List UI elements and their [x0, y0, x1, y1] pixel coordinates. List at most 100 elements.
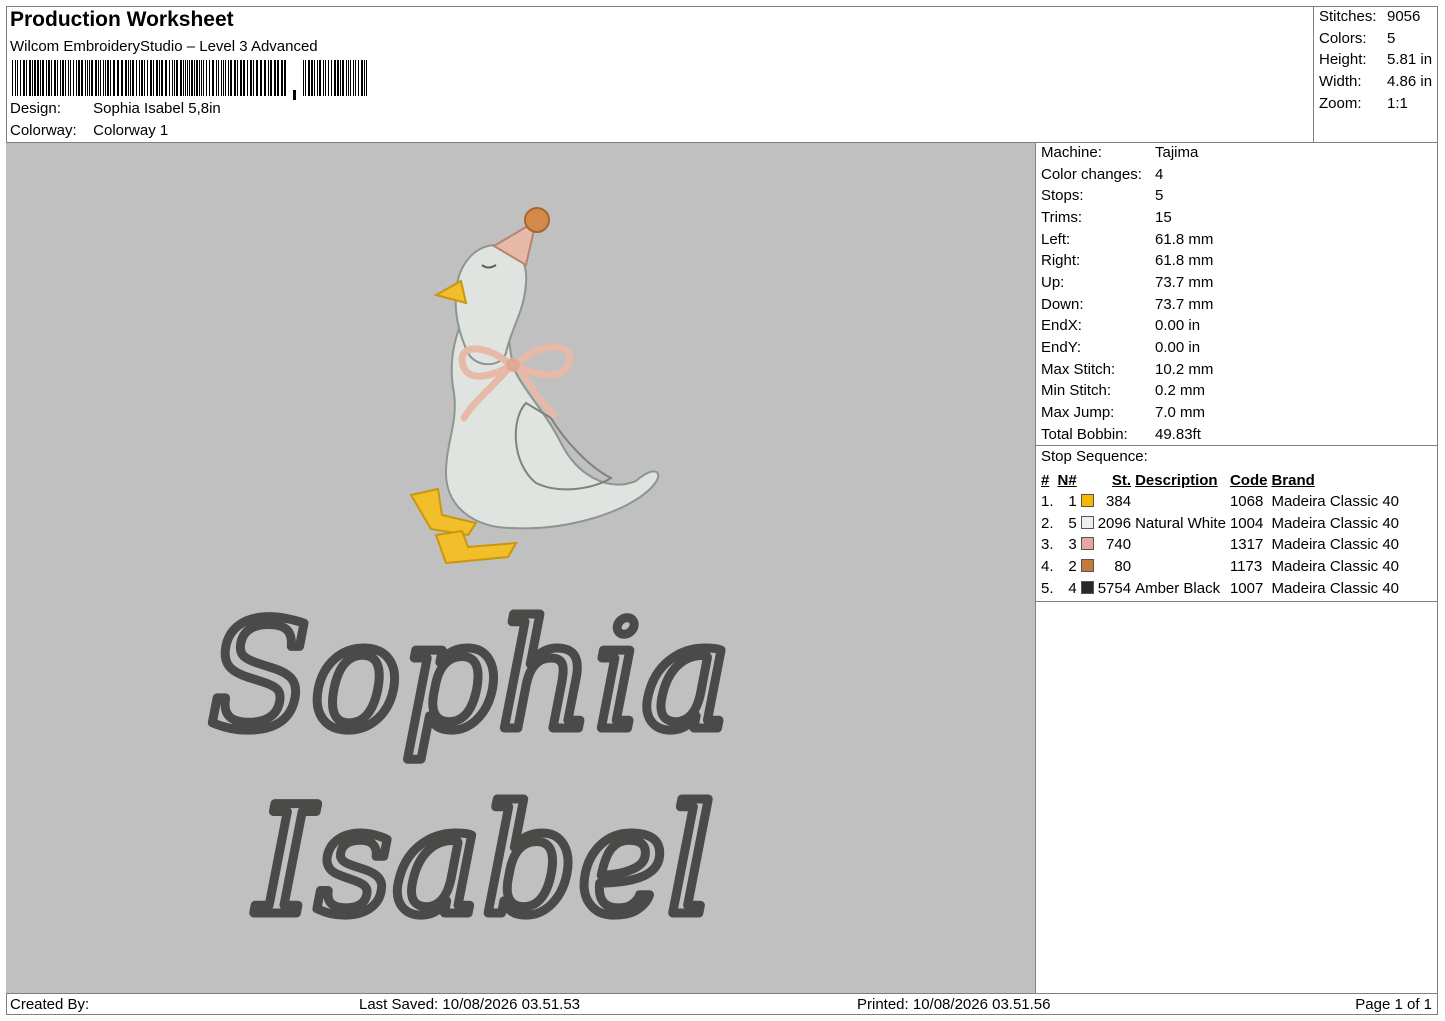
stop-sequence-row: 2. 5 2096 Natural White 1004 Madeira Classic … — [1039, 513, 1401, 535]
barcode-bar — [346, 60, 347, 96]
barcode-bar — [203, 60, 204, 96]
barcode-bar — [76, 60, 77, 96]
barcode-bar — [150, 60, 152, 96]
height-row: Height: 5.81 in — [1319, 51, 1432, 68]
col-num: # — [1041, 472, 1050, 489]
color-swatch — [1080, 580, 1094, 594]
barcode — [12, 60, 367, 100]
barcode-bar — [34, 60, 36, 96]
barcode-bar — [42, 60, 44, 96]
min-stitch-label: Min Stitch: — [1041, 382, 1112, 399]
name-line-1: Sophia — [208, 590, 731, 764]
row-stitches: 740 — [1106, 536, 1132, 554]
barcode-bar — [303, 60, 304, 96]
colors-row: Colors: 5 — [1319, 30, 1395, 47]
barcode-bar — [366, 60, 367, 96]
barcode-bar — [256, 60, 258, 96]
stitches-value: 9056 — [1387, 8, 1421, 25]
barcode-bar — [274, 60, 276, 96]
color-changes-row: Color changes: 4 — [1041, 166, 1163, 183]
barcode-bar — [121, 60, 123, 96]
row-needle: 2 — [1068, 558, 1077, 576]
barcode-bar — [141, 60, 143, 96]
row-code: 1007 — [1229, 579, 1264, 597]
barcode-bar — [68, 60, 69, 96]
barcode-bar — [206, 60, 207, 96]
barcode-bar — [350, 60, 351, 96]
stitches-row: Stitches: 9056 — [1319, 8, 1420, 25]
left-value: 61.8 mm — [1155, 231, 1214, 248]
stop-sequence-panel: Stop Sequence: # N# St. Description Code… — [1036, 446, 1438, 602]
barcode-bar — [364, 60, 365, 96]
row-needle: 5 — [1068, 514, 1077, 532]
max-jump-label: Max Jump: — [1041, 404, 1115, 421]
row-code: 1317 — [1229, 536, 1264, 554]
barcode-bar — [243, 60, 245, 96]
barcode-bar — [331, 60, 332, 96]
barcode-bar — [314, 60, 315, 96]
barcode-bar — [348, 60, 349, 96]
barcode-bar — [216, 60, 217, 96]
barcode-bar — [107, 60, 109, 96]
barcode-bar — [284, 60, 286, 96]
barcode-bar — [95, 60, 97, 96]
row-swatch — [1079, 534, 1096, 556]
barcode-bar — [132, 60, 134, 96]
right-value: 61.8 mm — [1155, 252, 1214, 269]
width-row: Width: 4.86 in — [1319, 73, 1432, 90]
row-swatch — [1079, 513, 1096, 535]
endy-row: EndY: 0.00 in — [1041, 339, 1200, 356]
barcode-bar — [65, 60, 66, 96]
color-swatch — [1080, 537, 1094, 551]
barcode-bar — [334, 60, 336, 96]
row-num: 5. — [1041, 579, 1054, 597]
row-brand: Madeira Classic 40 — [1271, 493, 1400, 511]
barcode-bar — [240, 60, 242, 96]
up-row: Up: 73.7 mm — [1041, 274, 1213, 291]
row-num: 4. — [1041, 558, 1054, 576]
barcode-bar — [110, 60, 111, 96]
machine-label: Machine: — [1041, 144, 1102, 161]
row-code: 1173 — [1229, 558, 1263, 576]
design-value: Sophia Isabel 5,8in — [93, 100, 221, 117]
barcode-bar — [20, 60, 21, 96]
barcode-separator — [293, 90, 296, 100]
total-bobbin-label: Total Bobbin: — [1041, 426, 1128, 443]
barcode-bar — [337, 60, 339, 96]
endx-value: 0.00 in — [1155, 317, 1201, 334]
trims-row: Trims: 15 — [1041, 209, 1172, 226]
max-jump-value: 7.0 mm — [1155, 404, 1206, 421]
row-description: Amber Black — [1135, 579, 1221, 597]
barcode-bar — [323, 60, 324, 96]
stops-row: Stops: 5 — [1041, 187, 1163, 204]
summary-panel: Stitches: 9056 Colors: 5 Height: 5.81 in Wi… — [1314, 6, 1438, 143]
name-line-2: Isabel — [253, 775, 714, 949]
barcode-bar — [172, 60, 173, 96]
barcode-bar — [81, 60, 83, 96]
stop-sequence-row: 5. 4 5754 Amber Black 1007 Madeira Classic 40 — [1039, 577, 1401, 599]
barcode-bar — [60, 60, 61, 96]
colorway-label: Colorway: — [10, 122, 77, 139]
barcode-bar — [103, 60, 104, 96]
barcode-bar — [355, 60, 356, 96]
colorway-value: Colorway 1 — [93, 122, 169, 139]
page-number: Page 1 of 1 — [1355, 996, 1432, 1013]
min-stitch-value: 0.2 mm — [1155, 382, 1206, 399]
barcode-bar — [237, 60, 238, 96]
barcode-bar — [40, 60, 41, 96]
endx-row: EndX: 0.00 in — [1041, 317, 1200, 334]
barcode-bar — [340, 60, 341, 96]
row-num: 3. — [1041, 536, 1054, 554]
barcode-bar — [230, 60, 232, 96]
endy-value: 0.00 in — [1155, 339, 1201, 356]
barcode-bar — [147, 60, 148, 96]
barcode-bar — [228, 60, 229, 96]
barcode-bar — [15, 60, 16, 96]
stop-sequence-caption: Stop Sequence: — [1041, 448, 1148, 465]
barcode-bar — [277, 60, 279, 96]
barcode-bar — [125, 60, 127, 96]
barcode-bar — [268, 60, 269, 96]
barcode-bar — [70, 60, 71, 96]
down-label: Down: — [1041, 296, 1084, 313]
row-stitches: 384 — [1106, 493, 1132, 511]
